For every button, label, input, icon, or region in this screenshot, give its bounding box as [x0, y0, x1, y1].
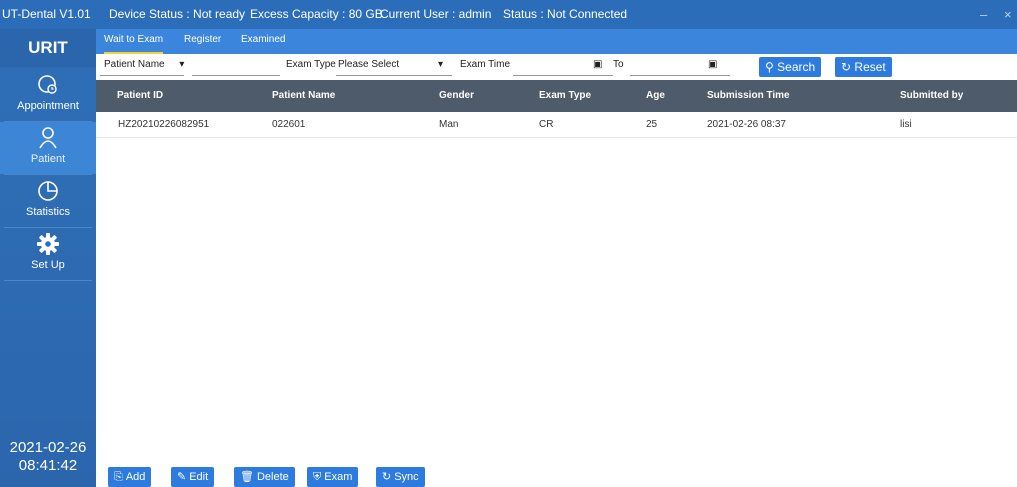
cell-submission-time: 2021-02-26 08:37	[707, 119, 786, 130]
clock-time: 08:41:42	[18, 457, 78, 474]
sidebar-item-label: Set Up	[31, 259, 65, 271]
patient-search-input[interactable]	[192, 75, 280, 76]
tab-register[interactable]: Register	[184, 29, 221, 54]
appointment-icon	[38, 75, 57, 94]
calendar-icon[interactable]: ▣	[593, 54, 602, 76]
minimize-button[interactable]: –	[980, 0, 987, 29]
to-label: To	[613, 59, 624, 70]
end-date-input[interactable]: ▣	[630, 54, 730, 76]
divider	[513, 75, 613, 76]
sync-icon: ↻	[382, 471, 392, 483]
column-header[interactable]: Exam Type	[539, 80, 591, 112]
current-user: Current User : admin	[380, 7, 492, 21]
search-icon: ⚲	[765, 60, 774, 74]
add-button-label: Add	[125, 471, 146, 483]
delete-button-label: Delete	[256, 471, 289, 483]
reset-button[interactable]: ↻ Reset	[835, 57, 892, 77]
capacity-status: Excess Capacity : 80 GB	[250, 7, 383, 21]
shield-icon: ⛨	[313, 471, 322, 483]
gear-icon	[37, 233, 59, 255]
delete-button[interactable]: 🗑 Delete	[234, 467, 295, 487]
add-icon: ⎘	[114, 471, 123, 483]
sync-button[interactable]: ↻ Sync	[376, 467, 425, 487]
reset-button-label: Reset	[854, 60, 886, 74]
cell-age: 25	[646, 119, 658, 130]
connection-status: Status : Not Connected	[503, 7, 628, 21]
start-date-input[interactable]: ▣	[513, 54, 613, 76]
trash-icon: 🗑	[240, 471, 254, 483]
exam-button[interactable]: ⛨ Exam	[307, 467, 359, 487]
tab-examined[interactable]: Examined	[241, 29, 285, 54]
sidebar-item-patient[interactable]: Patient	[0, 122, 96, 174]
user-icon	[39, 127, 57, 149]
divider	[100, 75, 184, 76]
clock: 2021-02-26 08:41:42	[0, 439, 96, 475]
pie-chart-icon	[38, 181, 58, 201]
exam-button-label: Exam	[324, 471, 353, 483]
sidebar-item-setup[interactable]: Set Up	[0, 228, 96, 280]
sidebar-item-appointment[interactable]: Appointment	[0, 69, 96, 121]
exam-type-select[interactable]: Please Select ▾	[338, 54, 443, 76]
sidebar: URIT Appointment Patient Statistics Set …	[0, 29, 96, 487]
sidebar-item-statistics[interactable]: Statistics	[0, 175, 96, 227]
clock-date: 2021-02-26	[9, 439, 87, 456]
column-header[interactable]: Age	[646, 80, 665, 112]
add-button[interactable]: ⎘ Add	[108, 467, 152, 487]
sidebar-item-label: Patient	[30, 153, 66, 165]
divider	[336, 75, 452, 76]
refresh-icon: ↻	[841, 60, 852, 74]
edit-button-label: Edit	[189, 471, 209, 483]
sidebar-item-label: Statistics	[25, 206, 70, 218]
table-header: Patient ID Patient Name Gender Exam Type…	[96, 80, 1017, 112]
calendar-icon[interactable]: ▣	[708, 54, 717, 76]
logo: URIT	[0, 29, 96, 67]
device-status: Device Status : Not ready	[109, 7, 246, 21]
divider	[630, 75, 730, 76]
sync-button-label: Sync	[394, 471, 419, 483]
exam-type-label: Exam Type	[286, 59, 336, 70]
title-bar: UT-Dental V1.01 Device Status : Not read…	[0, 0, 1017, 29]
cell-patient-name: 022601	[272, 119, 306, 130]
column-header[interactable]: Patient Name	[272, 80, 335, 112]
cell-exam-type: CR	[539, 119, 554, 130]
tab-wait-to-exam[interactable]: Wait to Exam	[104, 29, 164, 54]
app-title: UT-Dental V1.01	[2, 7, 91, 21]
edit-icon: ✎	[177, 471, 187, 483]
chevron-down-icon: ▾	[179, 59, 185, 70]
column-header[interactable]: Submitted by	[900, 80, 963, 112]
column-header[interactable]: Submission Time	[707, 80, 790, 112]
column-header[interactable]: Gender	[439, 80, 474, 112]
column-header[interactable]: Patient ID	[117, 80, 163, 112]
cell-gender: Man	[439, 119, 459, 130]
patient-field-select[interactable]: Patient Name ▾	[104, 54, 184, 76]
divider	[4, 280, 92, 281]
cell-submitted-by: lisi	[900, 119, 912, 130]
chevron-down-icon: ▾	[437, 59, 443, 70]
table-row[interactable]: HZ20210226082951 022601 Man CR 25 2021-0…	[96, 112, 1017, 138]
edit-button[interactable]: ✎ Edit	[171, 467, 215, 487]
filter-bar: Patient Name ▾ Exam Type Please Select ▾…	[96, 54, 1017, 80]
cell-patient-id: HZ20210226082951	[118, 119, 210, 130]
tab-bar: Wait to Exam Register Examined	[96, 29, 1017, 54]
sidebar-item-label: Appointment	[17, 100, 79, 112]
action-bar: ⎘ Add ✎ Edit 🗑 Delete ⛨ Exam ↻ Sync	[96, 464, 1017, 487]
search-button-label: Search	[777, 60, 816, 74]
close-button[interactable]: ×	[1004, 0, 1012, 29]
exam-type-value: Please Select	[338, 59, 400, 70]
exam-time-label: Exam Time	[460, 59, 511, 70]
search-button[interactable]: ⚲ Search	[759, 57, 822, 77]
patient-field-label: Patient Name	[104, 59, 165, 70]
